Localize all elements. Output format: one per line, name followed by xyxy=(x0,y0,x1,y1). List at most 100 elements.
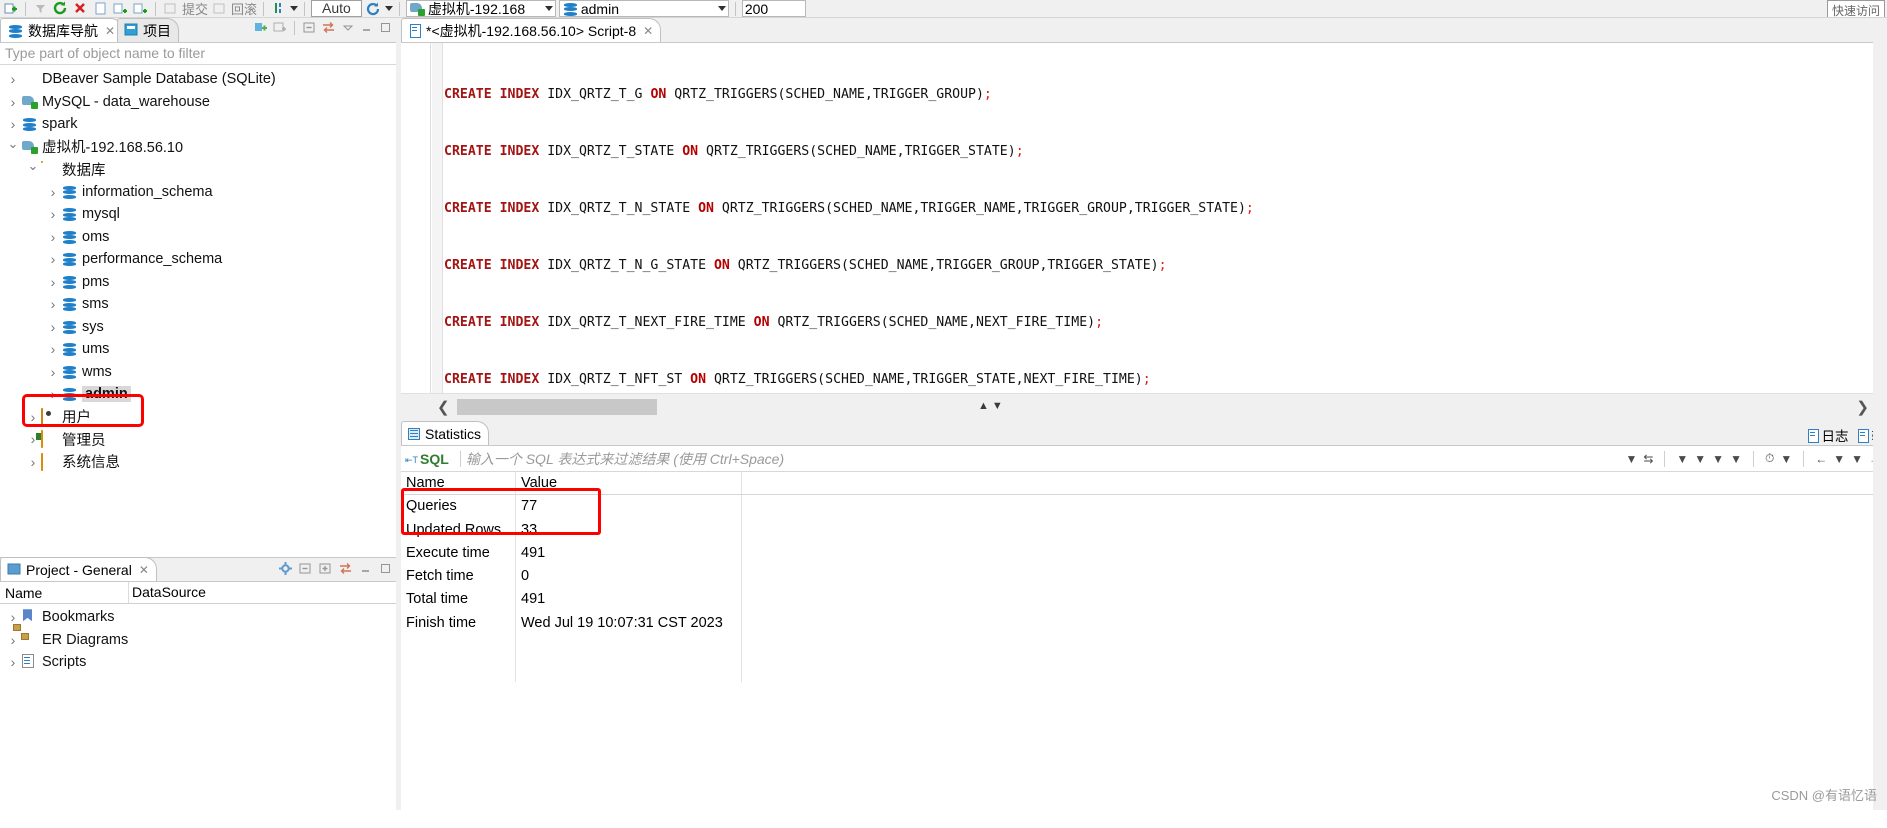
tree-row[interactable]: 用户 xyxy=(0,406,396,429)
tree-row[interactable]: 数据库 xyxy=(0,158,396,181)
chevron-right-icon[interactable] xyxy=(5,71,21,87)
chevron-right-icon[interactable] xyxy=(45,341,61,357)
close-icon[interactable]: ✕ xyxy=(105,24,115,38)
chevron-right-icon[interactable] xyxy=(45,184,61,200)
export-icon[interactable] xyxy=(92,0,109,17)
tab-database-navigator[interactable]: 数据库导航 ✕ xyxy=(0,18,123,42)
tree-row[interactable]: 虚拟机-192.168.56.10 xyxy=(0,136,396,159)
connection-selector[interactable]: 虚拟机-192.168 xyxy=(406,0,556,17)
expand-all-icon[interactable] xyxy=(318,561,333,576)
tree-row[interactable]: wms xyxy=(0,361,396,384)
chevron-right-icon[interactable] xyxy=(45,251,61,267)
database-selector[interactable]: admin xyxy=(559,0,729,17)
main-toolbar[interactable]: 提交 回滚 Auto 虚拟机-192.168 admin 200 快速访问 xyxy=(0,0,1887,18)
filter-save-icon[interactable]: ▼ xyxy=(1676,452,1688,466)
link-editor-icon[interactable] xyxy=(338,561,353,576)
chevron-right-icon[interactable] xyxy=(45,274,61,290)
tab-log[interactable]: 日志 xyxy=(1807,425,1849,445)
scroll-left-icon[interactable]: ❮ xyxy=(437,398,450,416)
collapse-all-icon[interactable] xyxy=(298,561,313,576)
scrollbar-thumb[interactable] xyxy=(457,399,657,415)
chevron-down-icon[interactable] xyxy=(5,139,21,155)
chevron-right-icon[interactable] xyxy=(25,409,41,425)
chevron-right-icon[interactable] xyxy=(45,229,61,245)
tree-row-admin[interactable]: admin xyxy=(0,383,396,406)
filter-settings-icon[interactable]: ▼ xyxy=(1730,452,1742,466)
panel-resize-controls[interactable]: ▲▼ xyxy=(978,400,1006,412)
tree-row[interactable]: 管理员 xyxy=(0,428,396,451)
filter-apply-icon[interactable]: ▼ xyxy=(1694,452,1706,466)
chevron-right-icon[interactable] xyxy=(45,386,61,402)
results-filter-bar[interactable]: ⇤T SQL 输入一个 SQL 表达式来过滤结果 (使用 Ctrl+Space)… xyxy=(401,446,1887,472)
tree-filter-input[interactable]: Type part of object name to filter xyxy=(0,43,396,65)
scroll-right-icon[interactable]: ❯ xyxy=(1856,398,1869,416)
view-menu-icon[interactable] xyxy=(340,20,355,35)
new-row-icon[interactable] xyxy=(2,0,19,17)
tree-row[interactable]: information_schema xyxy=(0,181,396,204)
project-item-bookmarks[interactable]: Bookmarks xyxy=(0,606,396,629)
transaction-dropdown-caret[interactable] xyxy=(290,6,298,11)
sql-code-area[interactable]: CREATE INDEX IDX_QRTZ_T_G ON QRTZ_TRIGGE… xyxy=(444,43,1873,393)
chevron-right-icon[interactable] xyxy=(45,364,61,380)
sync-icon[interactable] xyxy=(365,0,382,17)
tab-projects[interactable]: 项目 xyxy=(117,18,179,42)
tree-row[interactable]: sms xyxy=(0,293,396,316)
chevron-down-icon[interactable] xyxy=(25,161,41,177)
chevron-right-icon[interactable] xyxy=(5,116,21,132)
chevron-right-icon[interactable] xyxy=(45,296,61,312)
gear-icon[interactable] xyxy=(278,561,293,576)
history-clock-icon[interactable]: ⏱ xyxy=(1765,451,1774,466)
link-editor-icon[interactable] xyxy=(321,20,336,35)
chevron-right-icon[interactable] xyxy=(5,94,21,110)
statistics-row-fetch-time[interactable]: Fetch time 0 xyxy=(401,565,1887,588)
minimize-icon[interactable] xyxy=(359,20,374,35)
nav-first-icon[interactable]: ← xyxy=(1815,452,1827,466)
import-icon[interactable] xyxy=(112,0,129,17)
tree-row[interactable]: mysql xyxy=(0,203,396,226)
statistics-row-finish-time[interactable]: Finish time Wed Jul 19 10:07:31 CST 2023 xyxy=(401,612,1887,635)
commit-label[interactable]: 提交 xyxy=(182,0,208,18)
statistics-row-execute-time[interactable]: Execute time 491 xyxy=(401,542,1887,565)
rollback-label[interactable]: 回滚 xyxy=(231,0,257,18)
sql-filter-badge[interactable]: ⇤T SQL xyxy=(401,451,455,467)
tree-row[interactable]: spark xyxy=(0,113,396,136)
nav-next-icon[interactable]: ▼ xyxy=(1851,452,1863,466)
statistics-row-updated-rows[interactable]: Updated Rows 33 xyxy=(401,519,1887,542)
connection-caret-icon[interactable] xyxy=(545,6,553,11)
filter-clear-icon[interactable]: ▼ xyxy=(1712,452,1724,466)
close-icon[interactable]: ✕ xyxy=(643,24,653,38)
link-with-editor-icon[interactable] xyxy=(253,20,268,35)
chevron-right-icon[interactable] xyxy=(45,319,61,335)
tree-row[interactable]: pms xyxy=(0,271,396,294)
nav-prev-icon[interactable]: ▼ xyxy=(1833,452,1845,466)
chevron-right-icon[interactable] xyxy=(45,206,61,222)
tree-row[interactable]: 系统信息 xyxy=(0,451,396,474)
statistics-grid[interactable]: Name Value Queries 77 Updated Rows 33 Ex… xyxy=(401,472,1887,810)
transaction-mode-icon[interactable] xyxy=(270,0,287,17)
filter-history-caret-icon[interactable]: ▼ xyxy=(1625,452,1637,466)
project-item-er-diagrams[interactable]: ER Diagrams xyxy=(0,629,396,652)
tree-row[interactable]: DBeaver Sample Database (SQLite) xyxy=(0,68,396,91)
minimize-icon[interactable] xyxy=(358,561,373,576)
sql-editor[interactable]: CREATE INDEX IDX_QRTZ_T_G ON QRTZ_TRIGGE… xyxy=(401,43,1887,393)
filter-dropdown-icon[interactable] xyxy=(32,0,49,17)
project-item-scripts[interactable]: Scripts xyxy=(0,651,396,674)
fetch-size-input[interactable]: 200 xyxy=(742,0,806,17)
tree-row[interactable]: MySQL - data_warehouse xyxy=(0,91,396,114)
auto-commit-selector[interactable]: Auto xyxy=(311,0,362,17)
collapse-all-icon[interactable] xyxy=(302,20,317,35)
tab-sql-script[interactable]: *<虚拟机-192.168.56.10> Script-8 ✕ xyxy=(401,18,661,42)
column-header-value[interactable]: Value xyxy=(516,472,742,494)
stop-icon[interactable] xyxy=(72,0,89,17)
chevron-right-icon[interactable] xyxy=(5,654,21,670)
history-caret-icon[interactable]: ▼ xyxy=(1780,452,1792,466)
maximize-icon[interactable] xyxy=(378,561,393,576)
tree-row[interactable]: oms xyxy=(0,226,396,249)
database-navigator-tree[interactable]: DBeaver Sample Database (SQLite) MySQL -… xyxy=(0,65,396,557)
database-caret-icon[interactable] xyxy=(718,6,726,11)
tree-row[interactable]: performance_schema xyxy=(0,248,396,271)
quick-access-box[interactable]: 快速访问 xyxy=(1827,0,1885,18)
tree-row[interactable]: ums xyxy=(0,338,396,361)
results-filter-input[interactable]: 输入一个 SQL 表达式来过滤结果 (使用 Ctrl+Space) xyxy=(466,449,1626,469)
statistics-row-queries[interactable]: Queries 77 xyxy=(401,495,1887,518)
